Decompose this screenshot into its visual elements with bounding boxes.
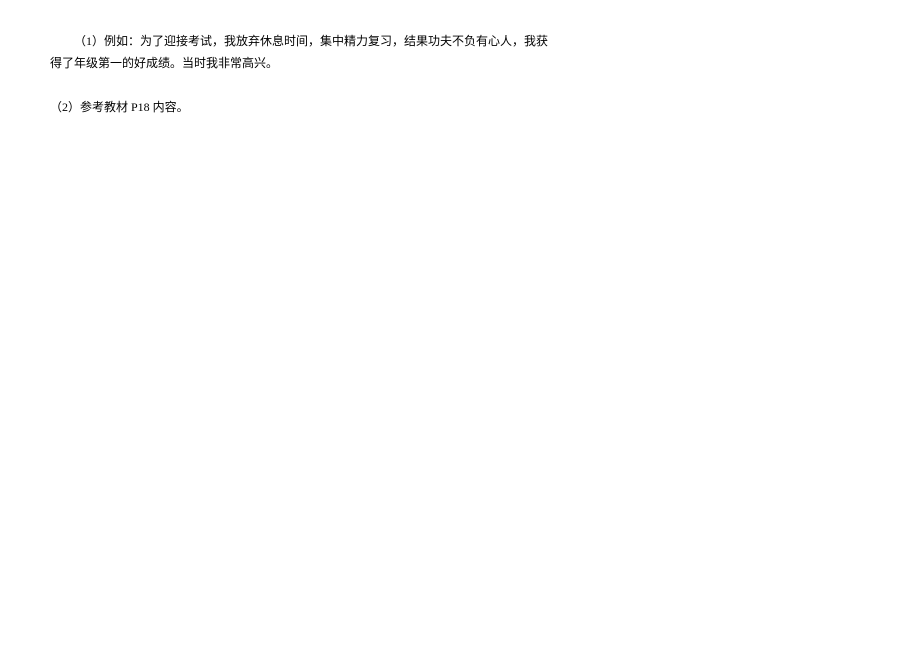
answer-item-1-line-1: （1）例如：为了迎接考试，我放弃休息时间，集中精力复习，结果功夫不负有心人，我获 (50, 30, 570, 52)
answer-item-1-line-2: 得了年级第一的好成绩。当时我非常高兴。 (50, 52, 570, 74)
answer-item-2: （2）参考教材 P18 内容。 (50, 96, 570, 118)
document-page: （1）例如：为了迎接考试，我放弃休息时间，集中精力复习，结果功夫不负有心人，我获… (0, 0, 920, 119)
